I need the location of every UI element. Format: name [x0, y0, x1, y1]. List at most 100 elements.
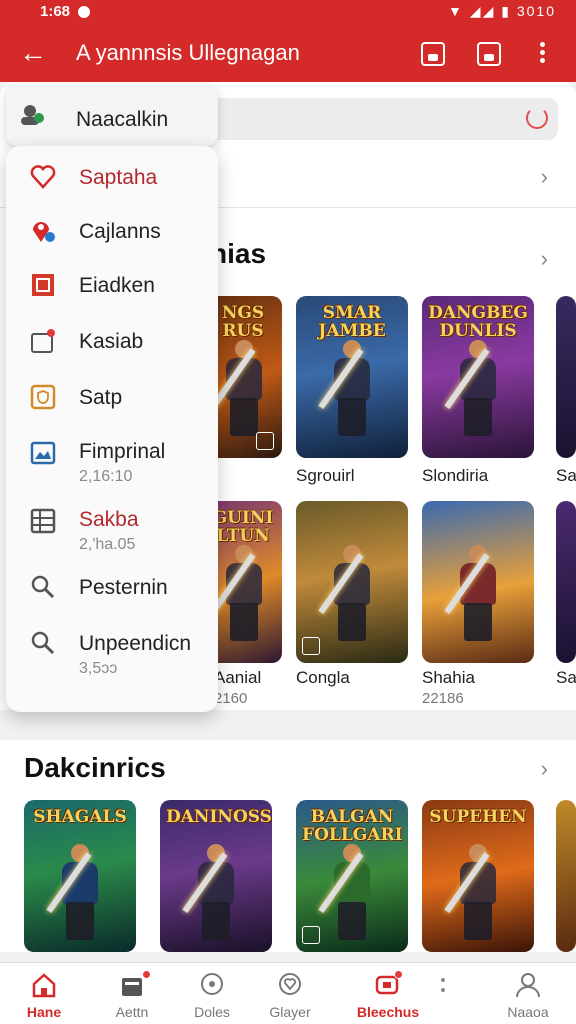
section-1-more-icon[interactable]: › — [541, 246, 548, 272]
nav-label: Aettn — [115, 1004, 149, 1020]
game-card[interactable] — [556, 800, 576, 952]
drawer-item[interactable]: Cajlanns — [6, 214, 218, 264]
game-card[interactable]: SUPEHEN — [422, 800, 534, 952]
section-2-more-icon[interactable]: › — [541, 756, 548, 782]
nav-label: Doles — [194, 1004, 230, 1020]
heart-icon — [30, 165, 56, 189]
location-pin-icon — [33, 222, 55, 242]
drawer-item-sub: 2,'ha.05 — [79, 536, 136, 553]
grid-table-icon — [30, 508, 56, 534]
drawer-header[interactable]: Naacalkin — [6, 84, 218, 146]
game-card[interactable] — [556, 296, 576, 458]
card-name: Congla — [296, 668, 350, 687]
chevron-right-icon: › — [540, 164, 548, 189]
drawer-item[interactable]: Sakba 2,'ha.05 — [6, 504, 218, 560]
card-name: Shahia — [422, 668, 475, 687]
square-box-icon — [32, 274, 54, 296]
chat-bubble-icon — [201, 973, 223, 995]
drawer-item[interactable]: Unpeendicn 3,5ɔɔ — [6, 626, 218, 686]
drawer-item-label: Saptaha — [79, 166, 158, 189]
section-title-1: nias — [210, 238, 267, 269]
app-bar-title: A yannnsis Ullegnagan — [76, 40, 300, 65]
badge-icon — [302, 637, 320, 655]
more-options-icon[interactable] — [532, 39, 552, 69]
profile-icon — [516, 973, 540, 998]
card-art-title: SMAR JAMBE — [318, 303, 386, 341]
card-name: Sa — [556, 668, 576, 687]
bottom-nav: Hane Aettn Doles Glayer Bleechus Naaoa — [0, 962, 576, 1024]
inbox-icon — [122, 978, 142, 996]
badge-icon — [256, 432, 274, 450]
nav-label: Glayer — [269, 1004, 311, 1020]
drawer-item-label: Unpeendicn — [79, 632, 192, 655]
drawer-item-label: Sakba — [79, 508, 139, 531]
status-right-text: 3010 — [516, 3, 556, 19]
section-divider — [0, 710, 576, 740]
game-card[interactable]: SMAR JAMBE — [296, 296, 408, 458]
card-art-title: SHAGALS — [33, 807, 127, 827]
notification-dot — [142, 970, 151, 979]
status-time: 1:68 — [40, 3, 71, 20]
back-arrow-icon[interactable]: ← — [18, 38, 48, 68]
app-bar: ← A yannnsis Ullegnagan — [0, 26, 576, 82]
game-card[interactable] — [296, 501, 408, 663]
home-icon — [32, 973, 56, 998]
card-name: Aanial — [214, 668, 262, 687]
user-group-icon — [21, 105, 44, 125]
nav-label: Hane — [26, 1004, 62, 1020]
card-art-title: DANINOSS — [166, 807, 272, 827]
nav-more[interactable] — [412, 963, 464, 1024]
drawer-item-label: Fimprinal — [79, 440, 166, 463]
badge-icon — [302, 926, 320, 944]
section-title-2: Dakcinrics — [24, 752, 166, 783]
search-icon — [31, 575, 55, 599]
drawer-item[interactable]: Kasiab — [6, 324, 218, 374]
drawer-item-label: Pesternin — [79, 576, 168, 599]
account-icon[interactable] — [418, 39, 448, 69]
drawer-item[interactable]: Eiadken — [6, 268, 218, 318]
game-card[interactable]: BALGAN FOLLGARI — [296, 800, 408, 952]
card-art-title: NGS RUS — [221, 303, 265, 341]
status-bar: 1:68 ▼ ◢◢ ▮ 3010 — [0, 0, 576, 26]
card-name: Slondiria — [422, 466, 489, 485]
drawer-item-sub: 3,5ɔɔ — [79, 660, 118, 677]
drawer-item-label: Satp — [79, 386, 123, 409]
nav-profile[interactable]: Naaoa — [488, 963, 568, 1024]
heart-outline-icon — [279, 973, 301, 995]
nav-favorites[interactable]: Glayer — [250, 963, 330, 1024]
drawer-item[interactable]: Pesternin — [6, 570, 218, 620]
battery-icon: ▮ — [501, 3, 511, 19]
game-card[interactable]: SHAGALS — [24, 800, 136, 952]
drawer-item[interactable]: Satp — [6, 380, 218, 430]
card-number: 2160 — [214, 690, 248, 707]
drawer-item[interactable]: Saptaha — [6, 160, 218, 210]
more-icon — [441, 978, 445, 992]
card-name: Sgrouirl — [296, 466, 355, 485]
card-art-title: GUINI LTUN — [212, 508, 274, 546]
card-number: 22186 — [422, 690, 464, 707]
search-icon — [31, 631, 55, 655]
refresh-icon[interactable] — [526, 107, 548, 129]
card-art-title: SUPEHEN — [429, 807, 527, 827]
status-icons: ▼ ◢◢ ▮ 3010 — [448, 3, 556, 20]
nav-inbox[interactable]: Aettn — [92, 963, 172, 1024]
game-card[interactable]: DANINOSS — [160, 800, 272, 952]
card-art-title: DANGBEG DUNLIS — [428, 303, 528, 341]
nav-label: Naaoa — [507, 1004, 549, 1020]
game-card[interactable]: DANGBEG DUNLIS — [422, 296, 534, 458]
card-name: Sa — [556, 466, 576, 485]
drawer-header-label: Naacalkin — [76, 108, 169, 131]
location-icon — [78, 6, 90, 18]
drawer-menu: Saptaha Cajlanns Eiadken Kasiab Satp Fim… — [6, 146, 218, 712]
signal-icon: ◢◢ — [469, 3, 496, 19]
nav-home[interactable]: Hane — [4, 963, 84, 1024]
drawer-item-sub: 2,16:10 — [79, 468, 133, 485]
save-icon[interactable] — [474, 39, 504, 69]
game-card[interactable] — [556, 501, 576, 663]
nav-chat[interactable]: Doles — [172, 963, 252, 1024]
drawer-item-label: Cajlanns — [79, 220, 161, 243]
drawer-item[interactable]: Fimprinal 2,16:10 — [6, 436, 218, 492]
game-card[interactable] — [422, 501, 534, 663]
notification-dot — [394, 970, 403, 979]
drawer-item-label: Eiadken — [79, 274, 155, 297]
